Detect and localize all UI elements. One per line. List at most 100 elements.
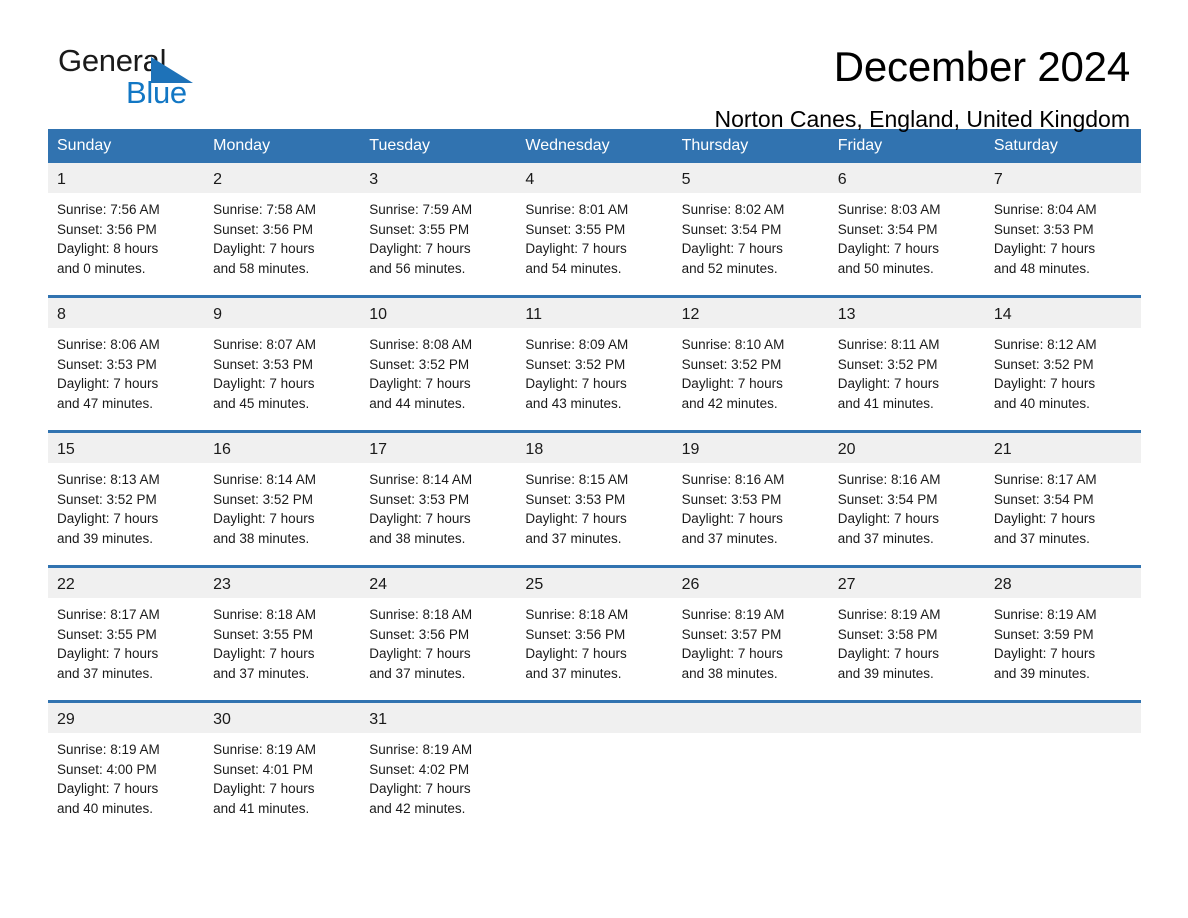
day-number: 10 bbox=[360, 298, 517, 328]
day-details: Sunrise: 8:07 AM Sunset: 3:53 PM Dayligh… bbox=[204, 328, 360, 430]
logo-text-general: General bbox=[58, 43, 167, 78]
sunrise-line: Sunrise: 8:19 AM bbox=[681, 607, 785, 622]
calendar-day-cell-empty bbox=[516, 700, 673, 835]
daylight-line-1: Daylight: 7 hours bbox=[213, 511, 315, 526]
sunset-line: Sunset: 3:53 PM bbox=[525, 491, 626, 507]
daylight-line-1: Daylight: 7 hours bbox=[837, 376, 940, 391]
page-header: General Blue December 2024 Norton Canes,… bbox=[0, 0, 1188, 132]
daylight-line-1: Daylight: 7 hours bbox=[369, 781, 471, 796]
daylight-line-1: Daylight: 7 hours bbox=[837, 511, 940, 526]
day-number: 21 bbox=[984, 433, 1141, 463]
sunrise-line: Sunrise: 7:56 AM bbox=[57, 202, 160, 217]
calendar-day-cell[interactable]: 14 Sunrise: 8:12 AM Sunset: 3:52 PM Dayl… bbox=[984, 295, 1141, 432]
weekday-header-friday: Friday bbox=[828, 129, 985, 163]
logo-text-blue: Blue bbox=[126, 75, 187, 110]
sunset-line: Sunset: 3:52 PM bbox=[57, 491, 157, 507]
calendar-day-cell[interactable]: 27 Sunrise: 8:19 AM Sunset: 3:58 PM Dayl… bbox=[828, 565, 985, 702]
day-details: Sunrise: 8:13 AM Sunset: 3:52 PM Dayligh… bbox=[48, 463, 204, 565]
sunrise-line: Sunrise: 7:59 AM bbox=[369, 202, 473, 217]
day-details: Sunrise: 8:04 AM Sunset: 3:53 PM Dayligh… bbox=[985, 193, 1141, 295]
daylight-line-1: Daylight: 7 hours bbox=[525, 646, 627, 661]
daylight-line-1: Daylight: 7 hours bbox=[57, 781, 159, 796]
generalblue-logo[interactable]: General Blue bbox=[58, 45, 208, 117]
calendar-day-cell[interactable]: 1 Sunrise: 7:56 AM Sunset: 3:56 PM Dayli… bbox=[48, 163, 205, 297]
daylight-line-2: and 52 minutes. bbox=[681, 260, 778, 276]
day-details: Sunrise: 8:19 AM Sunset: 4:01 PM Dayligh… bbox=[204, 733, 360, 835]
day-number: 3 bbox=[360, 163, 517, 193]
calendar-day-cell[interactable]: 18 Sunrise: 8:15 AM Sunset: 3:53 PM Dayl… bbox=[516, 430, 673, 567]
daylight-line-1: Daylight: 7 hours bbox=[681, 646, 783, 661]
sunset-line: Sunset: 3:52 PM bbox=[681, 356, 782, 372]
day-number: 24 bbox=[360, 568, 517, 598]
calendar-day-cell[interactable]: 17 Sunrise: 8:14 AM Sunset: 3:53 PM Dayl… bbox=[360, 430, 517, 567]
calendar-day-cell[interactable]: 15 Sunrise: 8:13 AM Sunset: 3:52 PM Dayl… bbox=[48, 430, 205, 567]
calendar-day-cell[interactable]: 20 Sunrise: 8:16 AM Sunset: 3:54 PM Dayl… bbox=[828, 430, 985, 567]
sunrise-line: Sunrise: 8:16 AM bbox=[837, 472, 941, 487]
daylight-line-1: Daylight: 7 hours bbox=[213, 781, 315, 796]
calendar-day-cell[interactable]: 10 Sunrise: 8:08 AM Sunset: 3:52 PM Dayl… bbox=[360, 295, 517, 432]
calendar-day-cell[interactable]: 22 Sunrise: 8:17 AM Sunset: 3:55 PM Dayl… bbox=[48, 565, 205, 702]
daylight-line-1: Daylight: 7 hours bbox=[837, 241, 940, 256]
day-number: 19 bbox=[672, 433, 829, 463]
calendar-day-cell[interactable]: 11 Sunrise: 8:09 AM Sunset: 3:52 PM Dayl… bbox=[516, 295, 673, 432]
weekday-header-row: Sunday Monday Tuesday Wednesday Thursday… bbox=[48, 129, 1141, 163]
sunset-line: Sunset: 3:55 PM bbox=[525, 221, 626, 237]
sunrise-line: Sunrise: 8:02 AM bbox=[681, 202, 785, 217]
day-number: 14 bbox=[984, 298, 1141, 328]
daylight-line-1: Daylight: 7 hours bbox=[681, 376, 783, 391]
calendar-day-cell[interactable]: 21 Sunrise: 8:17 AM Sunset: 3:54 PM Dayl… bbox=[984, 430, 1141, 567]
calendar-day-cell[interactable]: 25 Sunrise: 8:18 AM Sunset: 3:56 PM Dayl… bbox=[516, 565, 673, 702]
calendar-day-cell[interactable]: 13 Sunrise: 8:11 AM Sunset: 3:52 PM Dayl… bbox=[828, 295, 985, 432]
calendar-day-cell[interactable]: 4 Sunrise: 8:01 AM Sunset: 3:55 PM Dayli… bbox=[516, 163, 673, 297]
calendar-day-cell[interactable]: 8 Sunrise: 8:06 AM Sunset: 3:53 PM Dayli… bbox=[48, 295, 205, 432]
daylight-line-2: and 42 minutes. bbox=[369, 800, 466, 816]
day-details bbox=[829, 733, 985, 835]
calendar-day-cell[interactable]: 28 Sunrise: 8:19 AM Sunset: 3:59 PM Dayl… bbox=[984, 565, 1141, 702]
calendar-day-cell[interactable]: 30 Sunrise: 8:19 AM Sunset: 4:01 PM Dayl… bbox=[204, 700, 361, 835]
calendar-day-cell[interactable]: 3 Sunrise: 7:59 AM Sunset: 3:55 PM Dayli… bbox=[360, 163, 517, 297]
day-number: 11 bbox=[516, 298, 673, 328]
sunset-line: Sunset: 3:53 PM bbox=[57, 356, 157, 372]
sunrise-line: Sunrise: 8:04 AM bbox=[993, 202, 1097, 217]
day-details: Sunrise: 8:11 AM Sunset: 3:52 PM Dayligh… bbox=[829, 328, 985, 430]
sunset-line: Sunset: 3:54 PM bbox=[837, 491, 938, 507]
calendar-week-row: 29 Sunrise: 8:19 AM Sunset: 4:00 PM Dayl… bbox=[48, 700, 1141, 835]
calendar-week-row: 8 Sunrise: 8:06 AM Sunset: 3:53 PM Dayli… bbox=[48, 295, 1141, 432]
day-details: Sunrise: 8:03 AM Sunset: 3:54 PM Dayligh… bbox=[829, 193, 985, 295]
calendar-day-cell[interactable]: 6 Sunrise: 8:03 AM Sunset: 3:54 PM Dayli… bbox=[828, 163, 985, 297]
sunrise-line: Sunrise: 8:14 AM bbox=[213, 472, 316, 487]
sunset-line: Sunset: 3:54 PM bbox=[837, 221, 938, 237]
calendar-day-cell[interactable]: 23 Sunrise: 8:18 AM Sunset: 3:55 PM Dayl… bbox=[204, 565, 361, 702]
calendar-day-cell[interactable]: 24 Sunrise: 8:18 AM Sunset: 3:56 PM Dayl… bbox=[360, 565, 517, 702]
sunset-line: Sunset: 3:54 PM bbox=[681, 221, 782, 237]
calendar-day-cell[interactable]: 31 Sunrise: 8:19 AM Sunset: 4:02 PM Dayl… bbox=[360, 700, 517, 835]
calendar-day-cell[interactable]: 12 Sunrise: 8:10 AM Sunset: 3:52 PM Dayl… bbox=[672, 295, 829, 432]
calendar-head: Sunday Monday Tuesday Wednesday Thursday… bbox=[48, 129, 1141, 163]
day-details: Sunrise: 8:17 AM Sunset: 3:54 PM Dayligh… bbox=[985, 463, 1141, 565]
daylight-line-1: Daylight: 7 hours bbox=[525, 376, 627, 391]
calendar-day-cell[interactable]: 7 Sunrise: 8:04 AM Sunset: 3:53 PM Dayli… bbox=[984, 163, 1141, 297]
daylight-line-1: Daylight: 7 hours bbox=[525, 241, 627, 256]
daylight-line-2: and 0 minutes. bbox=[57, 260, 146, 276]
calendar-day-cell[interactable]: 9 Sunrise: 8:07 AM Sunset: 3:53 PM Dayli… bbox=[204, 295, 361, 432]
sunrise-line: Sunrise: 8:19 AM bbox=[57, 742, 160, 757]
sunrise-line: Sunrise: 8:11 AM bbox=[837, 337, 940, 352]
day-number: 6 bbox=[828, 163, 985, 193]
calendar-day-cell[interactable]: 26 Sunrise: 8:19 AM Sunset: 3:57 PM Dayl… bbox=[672, 565, 829, 702]
daylight-line-1: Daylight: 8 hours bbox=[57, 241, 159, 256]
calendar-day-cell[interactable]: 5 Sunrise: 8:02 AM Sunset: 3:54 PM Dayli… bbox=[672, 163, 829, 297]
calendar-page: General Blue December 2024 Norton Canes,… bbox=[0, 0, 1188, 918]
day-number: 16 bbox=[204, 433, 361, 463]
day-details: Sunrise: 8:01 AM Sunset: 3:55 PM Dayligh… bbox=[516, 193, 672, 295]
sunrise-line: Sunrise: 8:19 AM bbox=[369, 742, 473, 757]
daylight-line-2: and 37 minutes. bbox=[993, 530, 1090, 546]
calendar-day-cell[interactable]: 2 Sunrise: 7:58 AM Sunset: 3:56 PM Dayli… bbox=[204, 163, 361, 297]
day-details: Sunrise: 7:58 AM Sunset: 3:56 PM Dayligh… bbox=[204, 193, 360, 295]
calendar-day-cell[interactable]: 29 Sunrise: 8:19 AM Sunset: 4:00 PM Dayl… bbox=[48, 700, 205, 835]
day-number: 28 bbox=[984, 568, 1141, 598]
day-details bbox=[673, 733, 829, 835]
calendar-day-cell[interactable]: 16 Sunrise: 8:14 AM Sunset: 3:52 PM Dayl… bbox=[204, 430, 361, 567]
calendar-day-cell[interactable]: 19 Sunrise: 8:16 AM Sunset: 3:53 PM Dayl… bbox=[672, 430, 829, 567]
day-details: Sunrise: 8:09 AM Sunset: 3:52 PM Dayligh… bbox=[516, 328, 672, 430]
sunrise-line: Sunrise: 8:07 AM bbox=[213, 337, 316, 352]
